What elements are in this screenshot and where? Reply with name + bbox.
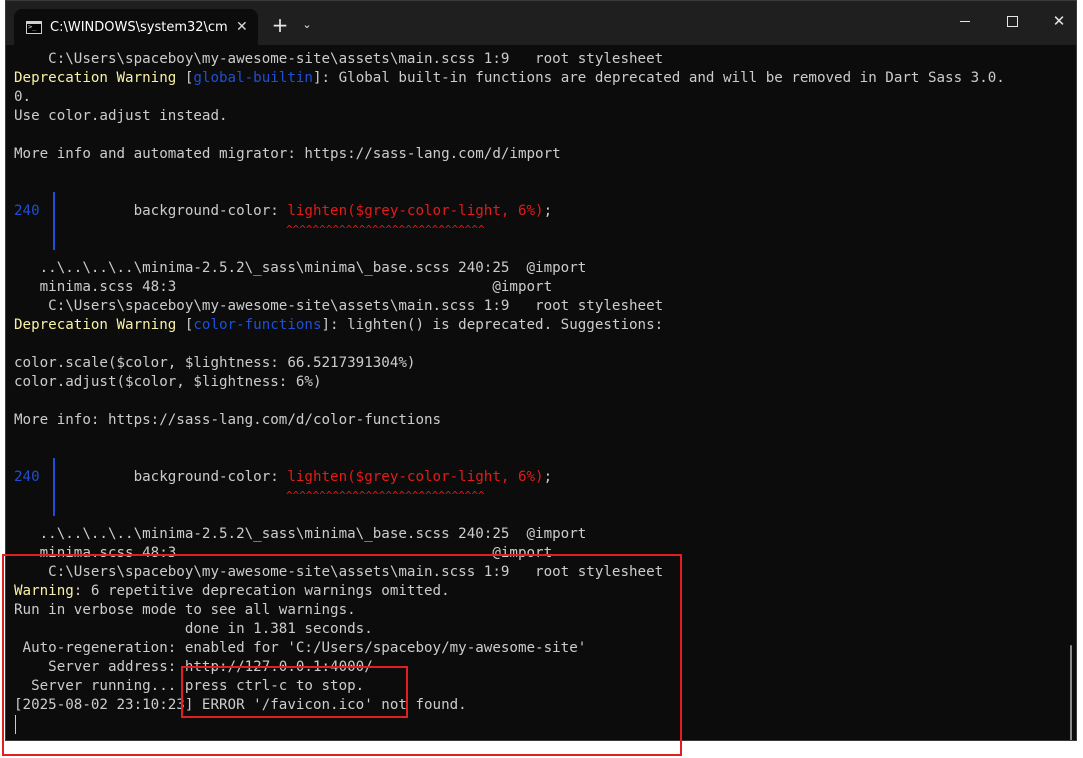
text-cursor: [15, 715, 16, 734]
line-number: 240: [14, 203, 40, 219]
warning-label: Warning: [14, 583, 74, 599]
terminal-line: color.adjust($color, $lightness: 6%): [14, 374, 322, 390]
tab-dropdown-button[interactable]: ⌄: [296, 11, 318, 39]
minimize-button[interactable]: [942, 5, 988, 37]
terminal-line: More info: https://sass-lang.com/d/color…: [14, 412, 442, 428]
snippet-line: 240 background-color: lighten($grey-colo…: [14, 469, 553, 485]
warning-tag: global-builtin: [193, 70, 313, 86]
terminal-window: C:\WINDOWS\system32\cmd.exe ✕ + ⌄ ✕ C:\U…: [5, 0, 1077, 741]
snippet-value: lighten($grey-color-light, 6%): [287, 203, 544, 219]
terminal-line: minima.scss 48:3 @import: [14, 279, 553, 295]
terminal-output[interactable]: C:\Users\spaceboy\my-awesome-site\assets…: [6, 45, 1076, 740]
terminal-line: Auto-regeneration: enabled for 'C:/Users…: [14, 640, 587, 656]
terminal-line: 0.: [14, 89, 32, 105]
terminal-line: color.scale($color, $lightness: 66.52173…: [14, 355, 416, 371]
new-tab-button[interactable]: +: [266, 11, 294, 39]
tab-cmd[interactable]: C:\WINDOWS\system32\cmd.exe ✕: [14, 9, 258, 45]
close-button[interactable]: ✕: [1036, 5, 1076, 37]
terminal-line: ..\..\..\..\minima-2.5.2\_sass\minima\_b…: [14, 260, 587, 276]
snippet-line: 240 background-color: lighten($grey-colo…: [14, 203, 553, 219]
warning-tag: color-functions: [193, 317, 322, 333]
scrollbar[interactable]: [1070, 645, 1072, 740]
warning-label: Deprecation Warning: [14, 317, 177, 333]
tab-close-icon[interactable]: ✕: [236, 19, 248, 35]
snippet-value: lighten($grey-color-light, 6%): [287, 469, 544, 485]
terminal-line: Warning: 6 repetitive deprecation warnin…: [14, 583, 450, 599]
terminal-line: C:\Users\spaceboy\my-awesome-site\assets…: [14, 51, 664, 67]
line-number: 240: [14, 469, 40, 485]
terminal-line: Deprecation Warning [color-functions]: l…: [14, 317, 664, 333]
tab-title: C:\WINDOWS\system32\cmd.exe: [50, 19, 228, 35]
warning-label: Deprecation Warning: [14, 70, 177, 86]
snippet-gutter: [53, 192, 55, 250]
terminal-line: Server running... press ctrl-c to stop.: [14, 678, 365, 694]
terminal-line: done in 1.381 seconds.: [14, 621, 373, 637]
maximize-icon: [1006, 16, 1018, 27]
terminal-line: Run in verbose mode to see all warnings.: [14, 602, 356, 618]
snippet-carets: ^^^^^^^^^^^^^^^^^^^^^^^^^^^^^^: [286, 489, 485, 502]
terminal-line: C:\Users\spaceboy\my-awesome-site\assets…: [14, 298, 664, 314]
minimize-icon: [960, 21, 970, 22]
terminal-line: Deprecation Warning [global-builtin]: Gl…: [14, 70, 1005, 86]
terminal-line: Server address: http://127.0.0.1:4000/: [14, 659, 373, 675]
command-prompt-icon: [26, 20, 42, 34]
terminal-line: C:\Users\spaceboy\my-awesome-site\assets…: [14, 564, 664, 580]
terminal-line: minima.scss 48:3 @import: [14, 545, 553, 561]
title-bar: C:\WINDOWS\system32\cmd.exe ✕ + ⌄ ✕: [6, 1, 1076, 45]
terminal-line: Use color.adjust instead.: [14, 108, 228, 124]
maximize-button[interactable]: [989, 5, 1035, 37]
terminal-line: [2025-08-02 23:10:23] ERROR '/favicon.ic…: [14, 697, 467, 713]
terminal-line: More info and automated migrator: https:…: [14, 146, 561, 162]
terminal-line: ..\..\..\..\minima-2.5.2\_sass\minima\_b…: [14, 526, 587, 542]
snippet-carets: ^^^^^^^^^^^^^^^^^^^^^^^^^^^^^^: [286, 223, 485, 236]
snippet-gutter: [53, 458, 55, 516]
